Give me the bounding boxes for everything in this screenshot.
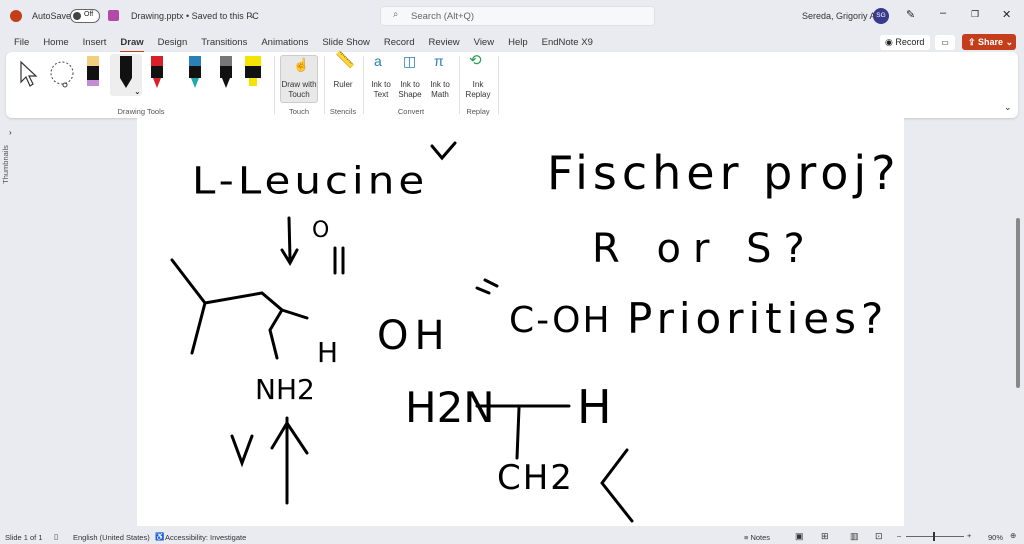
tab-review[interactable]: Review (422, 34, 467, 52)
spelling-icon[interactable]: ▯ (54, 532, 58, 541)
tab-animations[interactable]: Animations (254, 34, 315, 52)
user-name: Sereda, Grigoriy A (802, 11, 876, 21)
close-icon[interactable]: ✕ (1002, 8, 1011, 21)
normal-view-icon[interactable]: ▣ (795, 531, 804, 542)
slide-sorter-icon[interactable]: ⊞ (821, 531, 829, 542)
restore-icon[interactable]: ❐ (971, 9, 979, 20)
group-touch-label: Touch (288, 107, 309, 116)
avatar[interactable]: SG (873, 8, 889, 24)
pen-icon[interactable]: ✎ (906, 8, 915, 21)
ribbon-tabs: File Home Insert Draw Design Transitions… (7, 34, 600, 53)
zoom-out-button[interactable]: – (897, 531, 901, 540)
fit-slide-icon[interactable]: ⊕ (1010, 531, 1016, 540)
pen-black-selected[interactable]: ⌄ (110, 54, 142, 96)
document-title[interactable]: Drawing.pptx • Saved to this PC (131, 11, 259, 21)
ink-to-text-button[interactable]: a Ink to Text (368, 53, 394, 100)
group-drawing-tools-label: Drawing Tools (117, 107, 165, 116)
draw-with-touch-button[interactable]: ☝ Draw with Touch (280, 55, 318, 103)
status-bar: Slide 1 of 1 ▯ English (United States) ♿… (0, 528, 1024, 544)
zoom-in-button[interactable]: + (967, 531, 971, 540)
save-icon[interactable] (108, 10, 119, 21)
slideshow-icon[interactable]: ⊡ (875, 531, 883, 542)
ribbon: ⌄ Drawing Tools ☝ Draw with Touch Touch 📏… (6, 52, 1018, 118)
reading-view-icon[interactable]: ▥ (850, 531, 859, 542)
tab-transitions[interactable]: Transitions (194, 34, 254, 52)
zoom-slider[interactable] (906, 532, 964, 541)
ink-to-shape-icon: ◫ (403, 53, 417, 69)
tab-slide-show[interactable]: Slide Show (315, 34, 377, 52)
powerpoint-logo-icon (10, 10, 22, 22)
tab-view[interactable]: View (467, 34, 501, 52)
pen-red-icon[interactable] (150, 56, 164, 90)
notes-button[interactable]: ≡ Notes (744, 533, 770, 542)
record-button[interactable]: ◉ Record (880, 35, 930, 50)
accessibility-status[interactable]: Accessibility: Investigate (165, 533, 246, 542)
tab-record[interactable]: Record (377, 34, 422, 52)
thumbnails-label: Thumbnails (0, 145, 10, 184)
search-input[interactable]: ⌕ Search (Alt+Q) (380, 6, 655, 26)
select-arrow-icon[interactable] (18, 60, 40, 88)
highlighter-yellow-icon[interactable] (244, 56, 262, 90)
ink-structure-drawing (170, 141, 634, 523)
pencil-gray-icon[interactable] (219, 56, 233, 90)
ink-to-shape-button[interactable]: ◫ Ink to Shape (396, 53, 424, 100)
tab-insert[interactable]: Insert (76, 34, 114, 52)
ink-to-math-icon: π (434, 53, 444, 69)
ruler-icon: 📏 (335, 52, 355, 69)
tab-design[interactable]: Design (151, 34, 195, 52)
tab-home[interactable]: Home (36, 34, 75, 52)
group-replay-label: Replay (466, 107, 490, 116)
ink-replay-button[interactable]: ⟲ Ink Replay (463, 52, 493, 100)
comments-button[interactable]: ▭ (935, 35, 955, 50)
slide-count: Slide 1 of 1 (5, 533, 43, 542)
language-status[interactable]: English (United States) (73, 533, 150, 542)
tab-help[interactable]: Help (501, 34, 535, 52)
autosave-toggle[interactable]: Off (70, 9, 100, 23)
minimize-icon[interactable]: – (940, 7, 946, 19)
replay-icon: ⟲ (469, 52, 482, 69)
pen-blue-icon[interactable] (188, 56, 202, 90)
expand-icon[interactable]: › (9, 128, 12, 137)
title-bar: AutoSave Off Drawing.pptx • Saved to thi… (0, 0, 1024, 32)
pen-eraser-icon[interactable] (86, 56, 100, 88)
touch-hand-icon: ☝ (293, 57, 310, 72)
zoom-level[interactable]: 90% (988, 533, 1003, 542)
vertical-scrollbar[interactable] (1013, 118, 1023, 526)
tab-draw[interactable]: Draw (113, 34, 150, 53)
collapse-ribbon-icon[interactable]: ⌄ (1004, 102, 1012, 113)
tab-file[interactable]: File (7, 34, 36, 52)
ruler-button[interactable]: 📏 Ruler (328, 52, 358, 90)
group-convert-label: Convert (397, 107, 425, 116)
lasso-select-icon[interactable] (48, 60, 78, 90)
autosave-label: AutoSave (32, 11, 72, 21)
ink-to-text-icon: a (374, 53, 382, 69)
slide-canvas[interactable]: L-Leucine Fischer proj? R or S? OH C-OH … (137, 118, 904, 526)
share-button[interactable]: ⇪ Share ⌄ (962, 34, 1016, 50)
accessibility-icon: ♿ (155, 532, 165, 541)
search-icon: ⌕ (393, 9, 399, 20)
group-stencils-label: Stencils (329, 107, 357, 116)
svg-text:⌄: ⌄ (134, 87, 141, 96)
ink-to-math-button[interactable]: π Ink to Math (426, 53, 454, 100)
chevron-down-icon[interactable]: ⌄ (248, 10, 256, 21)
thumbnails-pane[interactable]: › Thumbnails (0, 118, 22, 526)
tab-endnote[interactable]: EndNote X9 (535, 34, 600, 52)
